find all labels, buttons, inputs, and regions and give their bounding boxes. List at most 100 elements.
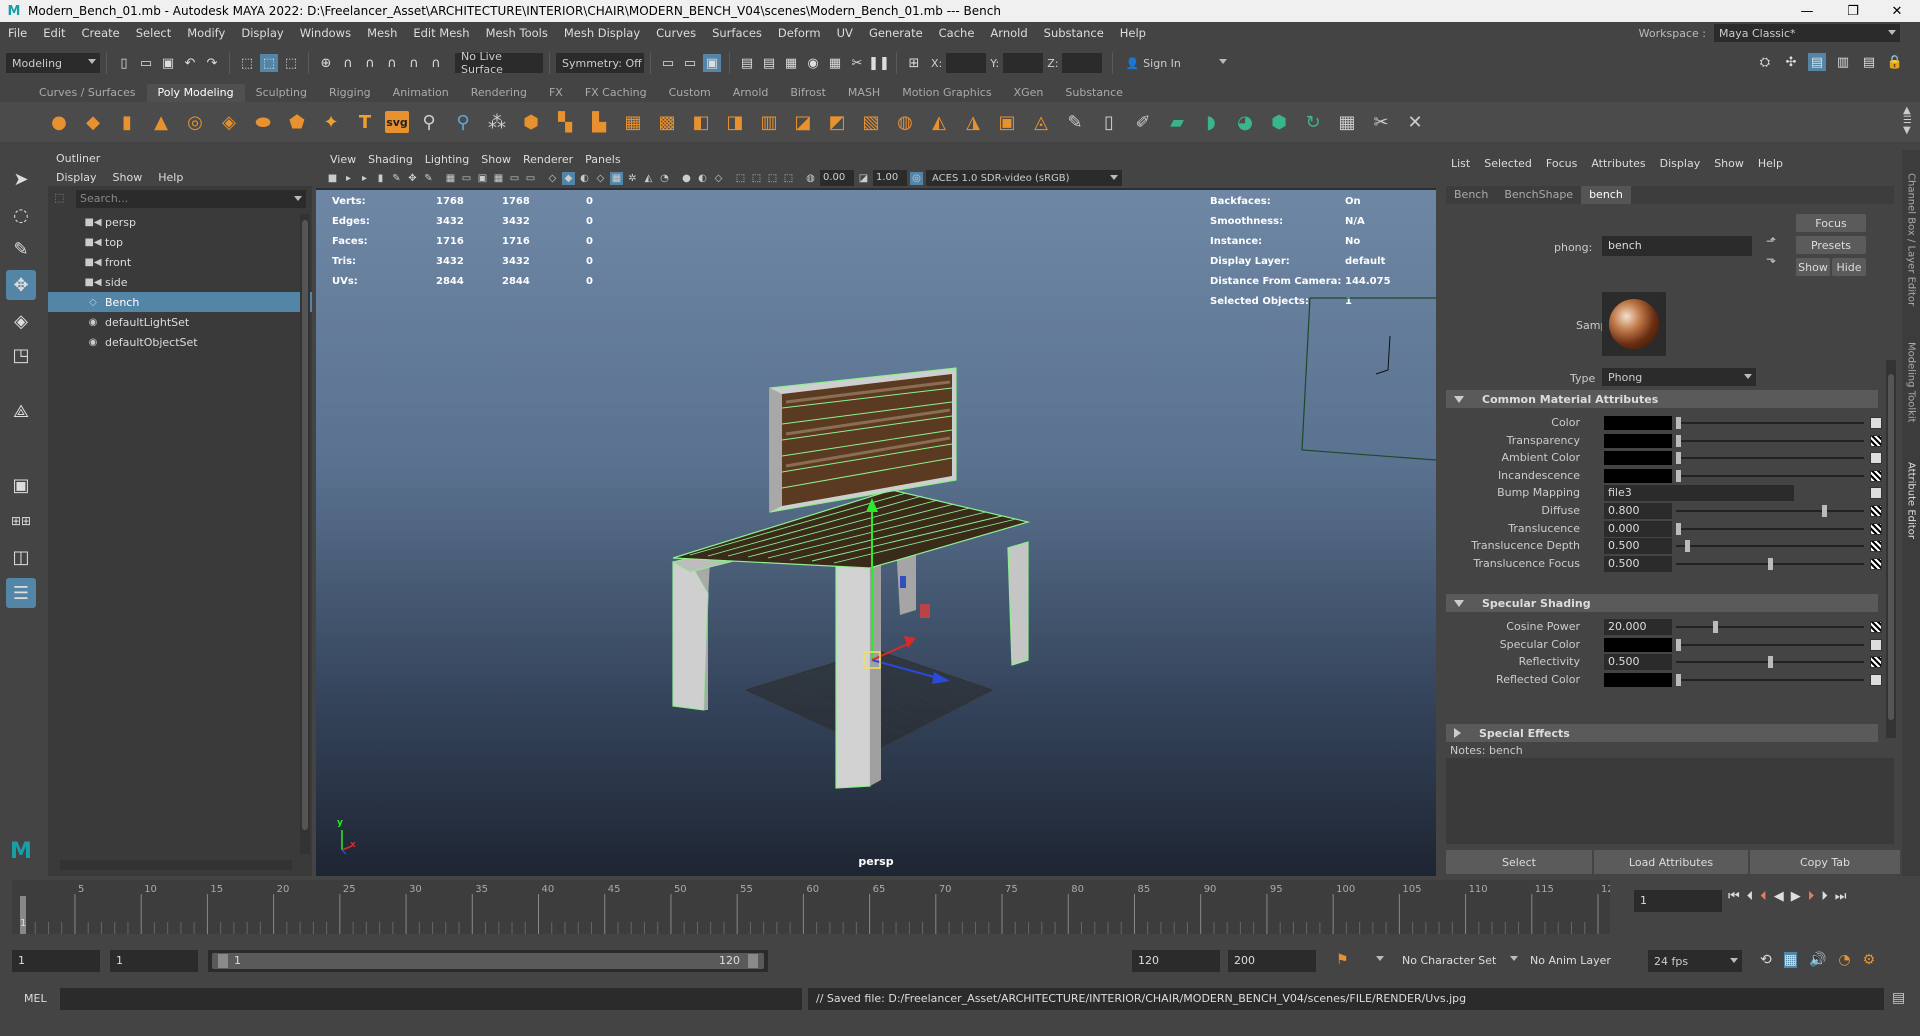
single-view-icon[interactable]: ▣ bbox=[6, 470, 36, 500]
menu-arnold[interactable]: Arnold bbox=[982, 26, 1035, 40]
select-tool-icon[interactable]: ➤ bbox=[6, 164, 36, 194]
symmetry-dropdown[interactable]: Symmetry: Off bbox=[556, 53, 644, 73]
menu-curves[interactable]: Curves bbox=[648, 26, 704, 40]
attr-slider-knob[interactable] bbox=[1767, 656, 1773, 668]
ae-scrollbar[interactable] bbox=[1886, 360, 1896, 738]
triangulate-icon[interactable]: ◬ bbox=[1027, 108, 1055, 136]
section-special-effects[interactable]: Special Effects bbox=[1446, 724, 1878, 742]
cache-icon[interactable]: ◔ bbox=[1838, 952, 1850, 968]
shelf-tab-curves-surfaces[interactable]: Curves / Surfaces bbox=[28, 84, 147, 102]
layout-uv-icon[interactable]: ▦ bbox=[1333, 108, 1361, 136]
hide-button[interactable]: Hide bbox=[1832, 258, 1866, 276]
menu-substance[interactable]: Substance bbox=[1036, 26, 1112, 40]
range-slider[interactable]: 1 120 bbox=[208, 950, 768, 972]
viewport-menu-lighting[interactable]: Lighting bbox=[419, 153, 475, 166]
shelf-tab-fx-caching[interactable]: FX Caching bbox=[574, 84, 658, 102]
shelf-tab-animation[interactable]: Animation bbox=[382, 84, 460, 102]
attr-slider[interactable] bbox=[1676, 528, 1864, 530]
attr-slider-knob[interactable] bbox=[1767, 558, 1773, 570]
four-view-icon[interactable]: ⊞⊞ bbox=[6, 506, 36, 536]
viewport-menu-view[interactable]: View bbox=[324, 153, 362, 166]
range-start-grip[interactable] bbox=[218, 954, 228, 968]
attribute-editor-toggle-icon[interactable]: ▤ bbox=[1808, 53, 1826, 71]
viewport-menu-renderer[interactable]: Renderer bbox=[517, 153, 579, 166]
playback-start-field[interactable]: 1 bbox=[110, 950, 198, 972]
camera-uv-icon[interactable]: ↻ bbox=[1299, 108, 1327, 136]
animation-prefs-icon[interactable]: ⚙ bbox=[1863, 952, 1876, 968]
viewport-menu-show[interactable]: Show bbox=[475, 153, 517, 166]
color-swatch[interactable] bbox=[1604, 673, 1672, 687]
menu-deform[interactable]: Deform bbox=[770, 26, 829, 40]
attr-slider[interactable] bbox=[1676, 679, 1864, 681]
menu-mesh-tools[interactable]: Mesh Tools bbox=[478, 26, 556, 40]
map-texture-icon[interactable] bbox=[1870, 505, 1882, 517]
exposure-icon[interactable]: ◍ bbox=[804, 172, 817, 185]
arnold-render-icon[interactable]: ▦ bbox=[826, 54, 844, 72]
restore-button[interactable]: ❐ bbox=[1830, 0, 1876, 22]
filter-icon[interactable]: ⬚ bbox=[54, 191, 64, 204]
render-view-icon[interactable]: ▭ bbox=[681, 54, 699, 72]
side-tab-attribute-editor[interactable]: Attribute Editor bbox=[1902, 450, 1920, 550]
redo-icon[interactable]: ↷ bbox=[203, 54, 221, 72]
time-slider[interactable]: 5 10 15 20 25 30 35 40 45 50 55 60 65 70 75 80 85 90 95 100… bbox=[12, 880, 1610, 934]
fill-hole-icon[interactable]: ◍ bbox=[891, 108, 919, 136]
film-gate-icon[interactable]: ▦ bbox=[444, 172, 457, 185]
bookmark-icon[interactable]: ▸ bbox=[358, 172, 371, 185]
map-texture-icon[interactable] bbox=[1870, 639, 1882, 651]
character-set-label[interactable]: No Character Set bbox=[1402, 954, 1496, 967]
gamma-field[interactable]: 1.00 bbox=[873, 170, 907, 186]
go-to-end-icon[interactable]: ⏭ bbox=[1835, 889, 1847, 904]
select-object-icon[interactable]: ⬚ bbox=[260, 54, 278, 72]
outliner-item-top[interactable]: ■◀ top bbox=[48, 232, 312, 252]
current-frame-field[interactable]: 1 bbox=[1634, 890, 1722, 912]
outliner-item-side[interactable]: ■◀ side bbox=[48, 272, 312, 292]
copy-tab-button[interactable]: Copy Tab bbox=[1750, 850, 1900, 874]
phong-name-field[interactable]: bench bbox=[1602, 236, 1752, 256]
shelf-tab-sculpting[interactable]: Sculpting bbox=[245, 84, 318, 102]
ae-menu-focus[interactable]: Focus bbox=[1539, 157, 1584, 170]
snap-view-icon[interactable]: ∩ bbox=[383, 54, 401, 72]
open-scene-icon[interactable]: ▭ bbox=[137, 54, 155, 72]
attr-slider[interactable] bbox=[1676, 545, 1864, 547]
scrollbar-thumb[interactable] bbox=[302, 220, 308, 830]
map-texture-icon[interactable] bbox=[1870, 621, 1882, 633]
go-input-icon[interactable]: ⬏ bbox=[1766, 234, 1776, 248]
side-tab-modeling-toolkit[interactable]: Modeling Toolkit bbox=[1902, 330, 1920, 434]
shelf-tab-poly-modeling[interactable]: Poly Modeling bbox=[146, 84, 245, 102]
shelf-tab-mash[interactable]: MASH bbox=[837, 84, 891, 102]
sound-icon[interactable]: 🔊 bbox=[1809, 952, 1826, 968]
collapse-icon[interactable]: ◭ bbox=[925, 108, 953, 136]
wedge-icon[interactable]: ◮ bbox=[959, 108, 987, 136]
color-swatch[interactable] bbox=[1604, 469, 1672, 483]
bevel-icon[interactable]: ◩ bbox=[823, 108, 851, 136]
map-texture-icon[interactable] bbox=[1870, 523, 1882, 535]
ae-menu-display[interactable]: Display bbox=[1653, 157, 1708, 170]
gamma-icon[interactable]: ◪ bbox=[857, 172, 870, 185]
outliner-item-bench[interactable]: ◇ Bench bbox=[48, 292, 312, 312]
poly-cone-icon[interactable]: ▲ bbox=[147, 108, 175, 136]
menu-windows[interactable]: Windows bbox=[292, 26, 359, 40]
image-plane-icon[interactable]: ▮ bbox=[374, 172, 387, 185]
select-component-icon[interactable]: ⬚ bbox=[282, 54, 300, 72]
boolean-icon[interactable]: ▩ bbox=[653, 108, 681, 136]
menu-select[interactable]: Select bbox=[128, 26, 179, 40]
menu-create[interactable]: Create bbox=[74, 26, 128, 40]
menu-edit[interactable]: Edit bbox=[35, 26, 73, 40]
render-setup-icon[interactable]: ▦ bbox=[782, 54, 800, 72]
outliner-item-defaultlightset[interactable]: ◉ defaultLightSet bbox=[48, 312, 312, 332]
attr-slider-knob[interactable] bbox=[1676, 435, 1681, 447]
render-settings-icon[interactable]: ▣ bbox=[703, 54, 721, 72]
shelf-tab-rendering[interactable]: Rendering bbox=[460, 84, 538, 102]
fps-dropdown[interactable]: 24 fps bbox=[1648, 950, 1742, 972]
use-all-lights-icon[interactable]: ✲ bbox=[626, 172, 639, 185]
attr-value-field[interactable]: 0.500 bbox=[1604, 654, 1672, 670]
tool-settings-icon[interactable]: ▥ bbox=[1834, 53, 1852, 71]
play-backward-icon[interactable]: ◀ bbox=[1774, 889, 1784, 904]
isolate-select-icon[interactable]: ⬚ bbox=[734, 172, 747, 185]
shelf-tab-arnold[interactable]: Arnold bbox=[722, 84, 780, 102]
material-type-dropdown[interactable]: Phong bbox=[1602, 368, 1756, 386]
camera-select-icon[interactable]: ■ bbox=[326, 172, 339, 185]
snap-point-icon[interactable]: ∩ bbox=[361, 54, 379, 72]
menu-surfaces[interactable]: Surfaces bbox=[704, 26, 770, 40]
paint-select-icon[interactable]: ✎ bbox=[6, 234, 36, 264]
